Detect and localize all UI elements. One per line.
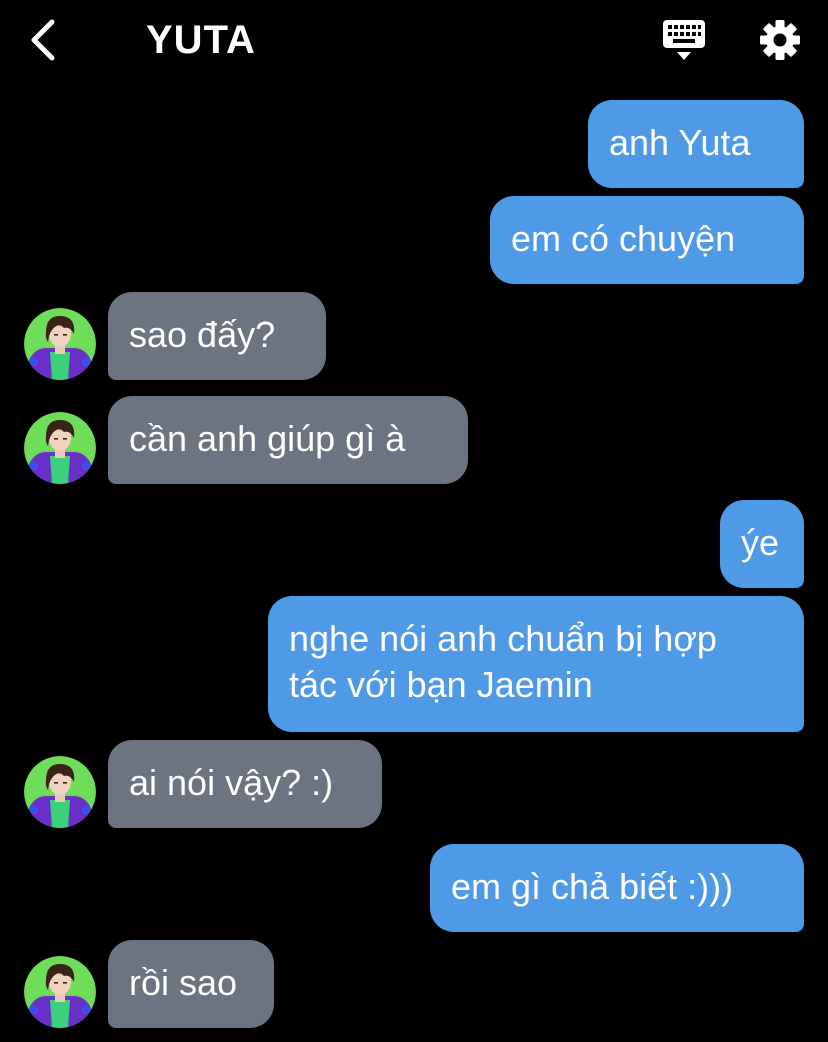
chevron-left-icon: [31, 19, 55, 61]
message-text: ýe: [741, 522, 780, 563]
back-button[interactable]: [26, 16, 66, 64]
avatar[interactable]: [24, 308, 96, 380]
message-bubble-outgoing: anh Yuta: [588, 100, 804, 188]
message-text: em gì chả biết :))): [451, 866, 734, 907]
avatar[interactable]: [24, 956, 96, 1028]
chat-header: YUTA: [0, 0, 828, 84]
message-text: rồi sao: [129, 962, 238, 1003]
avatar[interactable]: [24, 756, 96, 828]
message-text-line: nghe nói anh chuẩn bị hợp: [289, 618, 717, 659]
message-bubble-incoming: sao đấy?: [108, 292, 326, 380]
message-bubble-incoming: cần anh giúp gì à: [108, 396, 468, 484]
message-bubble-outgoing: em gì chả biết :))): [430, 844, 804, 932]
message-bubble-incoming: rồi sao: [108, 940, 274, 1028]
message-text: em có chuyện: [511, 218, 736, 259]
message-text-line: tác với bạn Jaemin: [289, 664, 593, 705]
chat-title: YUTA: [146, 18, 256, 62]
message-bubble-outgoing: ýe: [720, 500, 804, 588]
message-text: anh Yuta: [609, 122, 751, 163]
keyboard-button[interactable]: [660, 18, 708, 64]
message-bubble-outgoing: em có chuyện: [490, 196, 804, 284]
message-text: ai nói vậy? :): [129, 762, 334, 803]
settings-button[interactable]: [756, 16, 804, 64]
message-text: cần anh giúp gì à: [129, 418, 406, 459]
message-bubble-incoming: ai nói vậy? :): [108, 740, 382, 828]
message-text: sao đấy?: [129, 314, 276, 355]
avatar[interactable]: [24, 412, 96, 484]
gear-icon: [760, 20, 800, 60]
message-bubble-outgoing: nghe nói anh chuẩn bị hợp tác với bạn Ja…: [268, 596, 804, 732]
keyboard-icon: [663, 20, 705, 60]
